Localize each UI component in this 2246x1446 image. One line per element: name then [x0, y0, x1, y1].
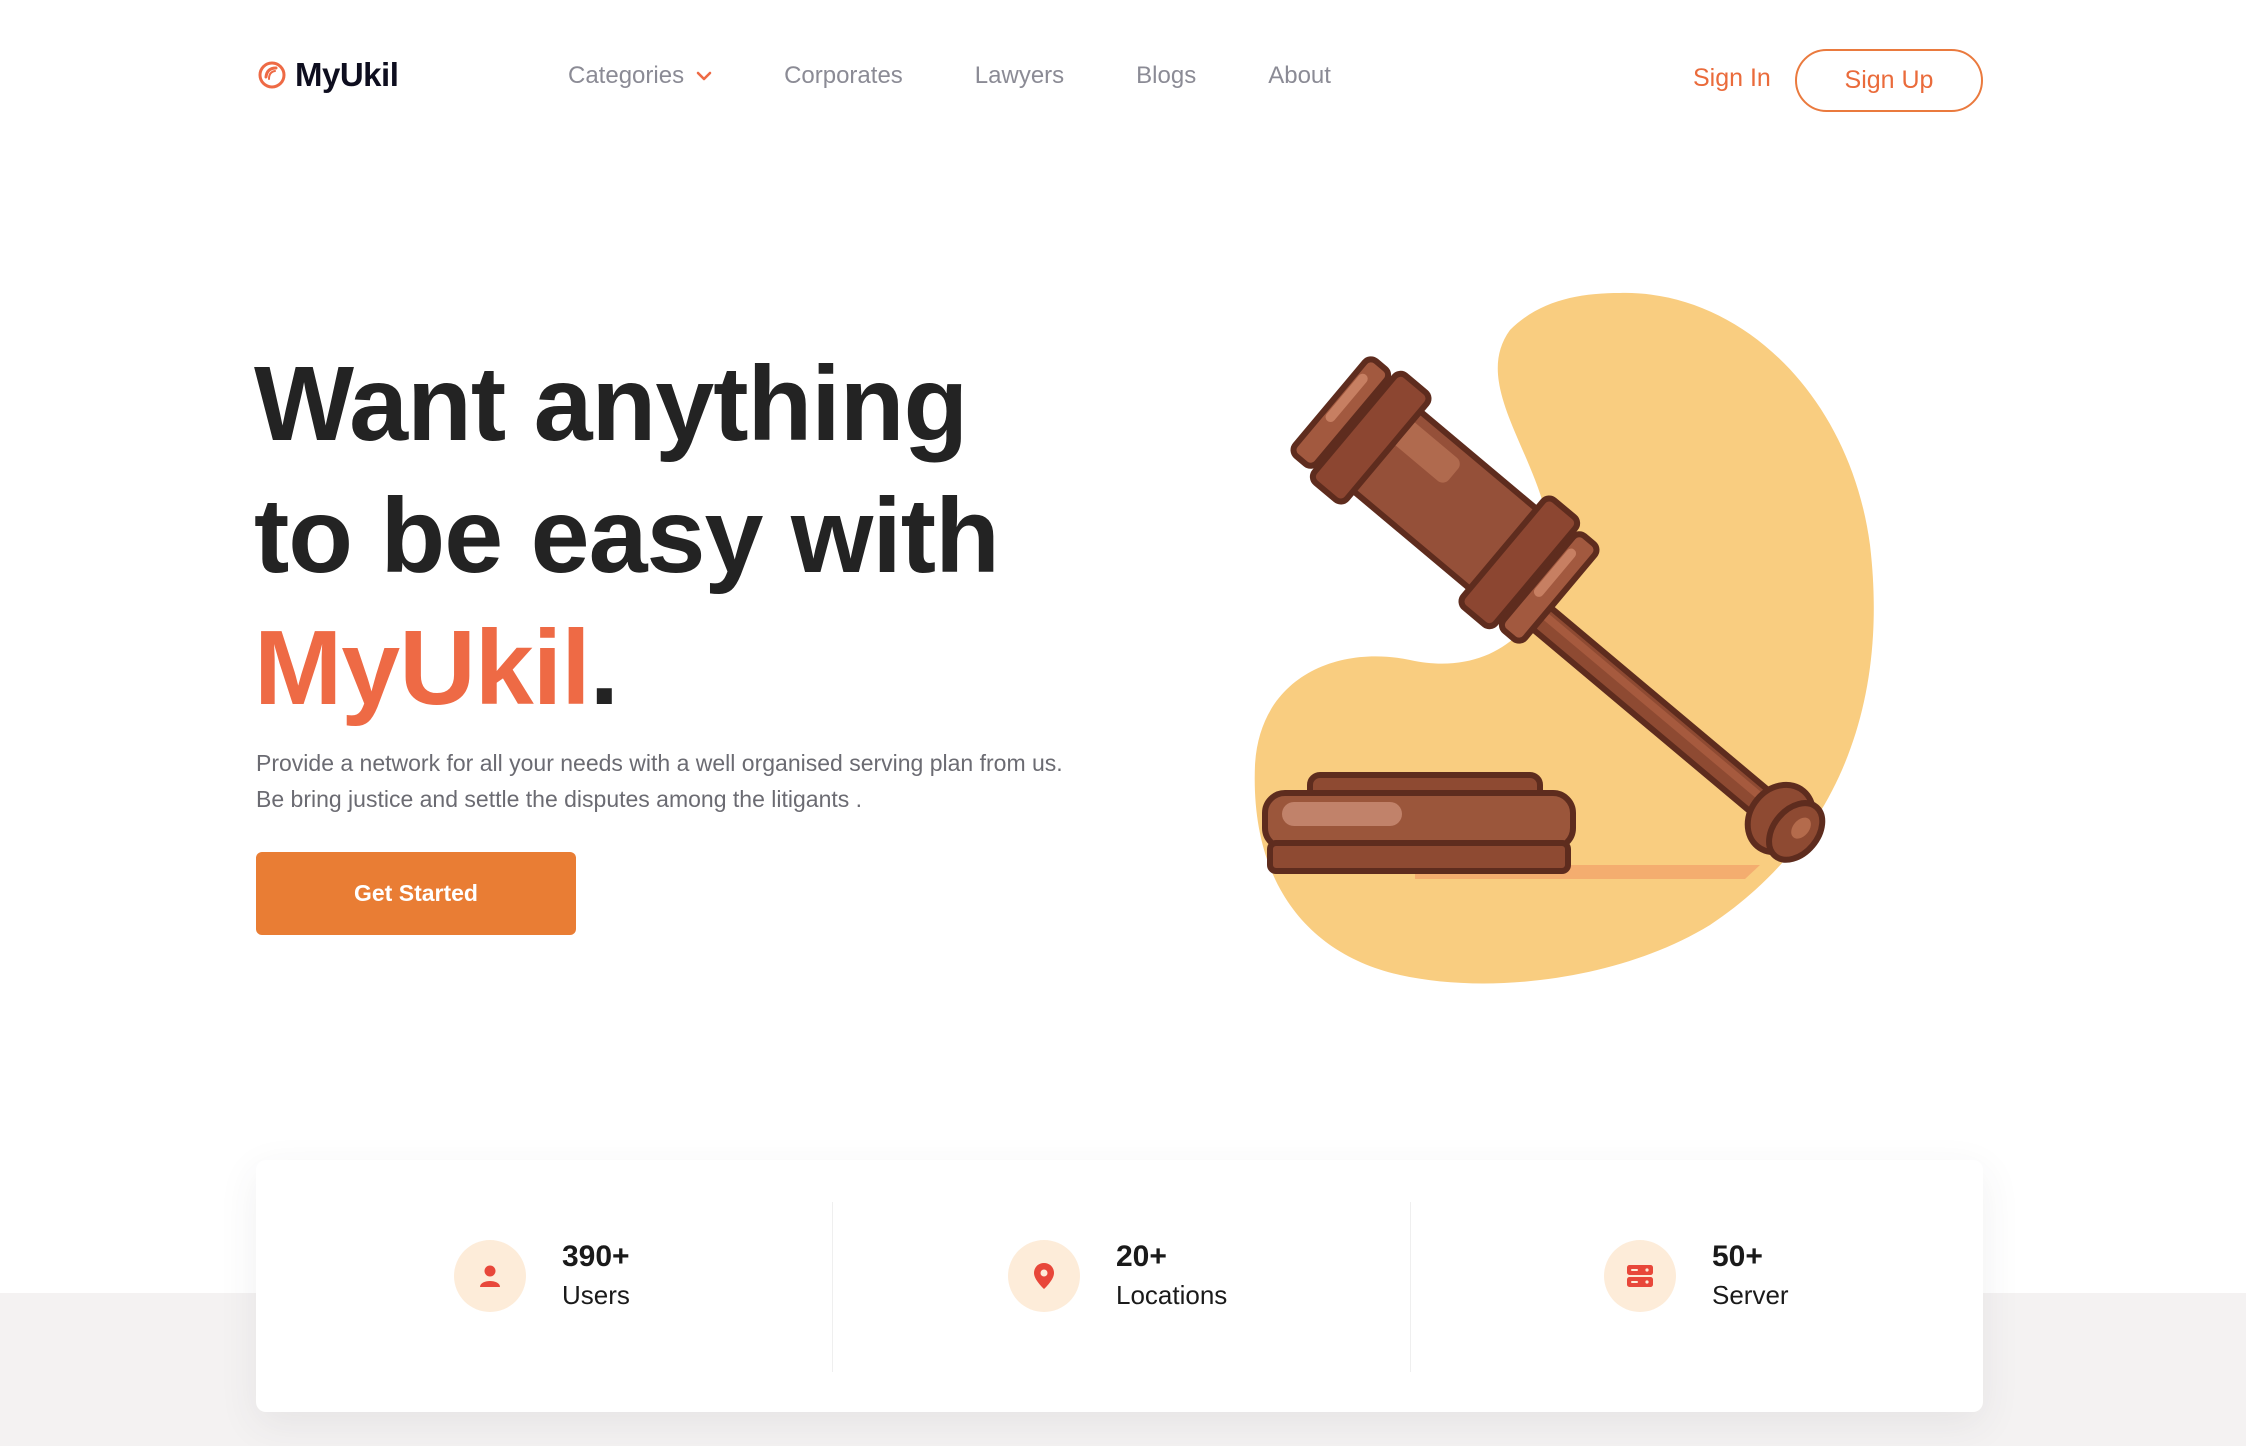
stat-label: Users: [562, 1280, 630, 1310]
divider: [832, 1202, 833, 1372]
main-nav: Categories Corporates Lawyers Blogs Abou…: [568, 62, 1331, 90]
stat-text: 20+ Locations: [1116, 1238, 1227, 1314]
stat-label: Locations: [1116, 1280, 1228, 1310]
nav-item-lawyers[interactable]: Lawyers: [975, 62, 1064, 90]
logo-text: MyUkil: [295, 56, 399, 93]
stat-locations: 20+ Locations: [1008, 1238, 1227, 1314]
stat-users: 390+ Users: [454, 1238, 630, 1314]
location-pin-icon: [1008, 1240, 1080, 1312]
stat-value: 390+: [562, 1240, 630, 1273]
chevron-down-icon: [696, 70, 712, 82]
logo[interactable]: MyUkil: [257, 56, 399, 94]
nav-item-corporates[interactable]: Corporates: [784, 62, 903, 90]
nav-item-categories[interactable]: Categories: [568, 62, 712, 90]
sign-up-button[interactable]: Sign Up: [1795, 49, 1983, 112]
stat-value: 20+: [1116, 1240, 1167, 1273]
gavel-illustration: [1240, 285, 1900, 990]
server-icon: [1604, 1240, 1676, 1312]
stat-server: 50+ Server: [1604, 1238, 1789, 1314]
stat-text: 390+ Users: [562, 1238, 630, 1314]
stat-value: 50+: [1712, 1240, 1763, 1273]
nav-item-about[interactable]: About: [1268, 62, 1331, 90]
hero-description: Provide a network for all your needs wit…: [256, 750, 1063, 812]
get-started-button[interactable]: Get Started: [256, 852, 576, 935]
hero-title-line1: Want anything: [254, 345, 968, 463]
hero-title: Want anything to be easy with MyUkil.: [254, 338, 1000, 734]
user-icon: [454, 1240, 526, 1312]
gavel-icon: [1254, 292, 1874, 984]
stat-label: Server: [1712, 1280, 1789, 1310]
hero-title-line3: MyUkil.: [254, 602, 999, 734]
logo-icon: [257, 60, 287, 90]
nav-item-label: Categories: [568, 62, 685, 89]
divider: [1410, 1202, 1411, 1372]
hero-title-brand: MyUkil: [254, 609, 591, 727]
stat-text: 50+ Server: [1712, 1238, 1789, 1314]
hero-title-suffix: .: [589, 609, 619, 727]
nav-item-blogs[interactable]: Blogs: [1136, 62, 1196, 90]
sign-in-link[interactable]: Sign In: [1693, 64, 1771, 93]
stats-card: 390+ Users 20+ Locations 50+ Server: [256, 1160, 1983, 1412]
hero-title-line2: to be easy with: [254, 477, 1000, 595]
